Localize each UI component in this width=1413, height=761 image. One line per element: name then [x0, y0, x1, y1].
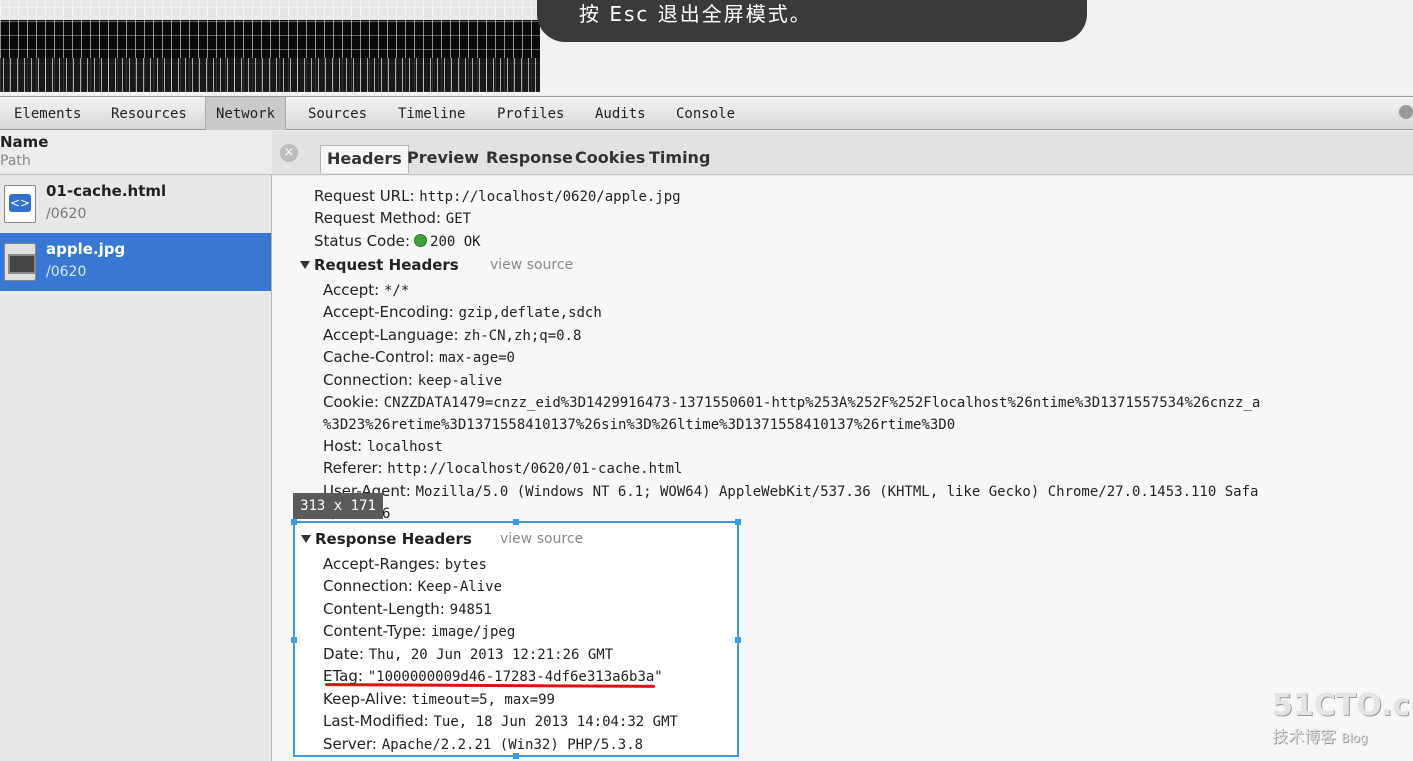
tab-headers[interactable]: Headers	[320, 145, 409, 173]
header-row: Cookie: CNZZDATA1479=cnzz_eid%3D14299164…	[323, 393, 1261, 411]
header-row: Connection: Keep-Alive	[323, 577, 503, 595]
request-path: /0620	[46, 264, 87, 280]
view-source-link[interactable]: view source	[490, 257, 573, 273]
request-path: /0620	[46, 206, 87, 222]
watermark-logo: 51CTO.com 技术博客 Blog	[1272, 688, 1413, 746]
tab-network[interactable]: Network	[205, 97, 287, 130]
header-row: Cache-Control: max-age=0	[323, 348, 515, 366]
tab-elements[interactable]: Elements	[10, 97, 85, 130]
header-row: Content-Type: image/jpeg	[323, 622, 516, 640]
request-url-row: Request URL: http://localhost/0620/apple…	[314, 187, 681, 205]
request-list-header[interactable]: Name Path	[0, 131, 272, 175]
image-file-icon	[4, 243, 36, 281]
request-row-selected[interactable]: apple.jpg /0620	[0, 233, 271, 291]
etag-row: ETag: "1000000009d46-17283-4df6e313a6b3a…	[323, 667, 663, 685]
page-image	[0, 0, 540, 92]
header-row: Last-Modified: Tue, 18 Jun 2013 14:04:32…	[323, 712, 678, 730]
fullscreen-exit-toast: 按 Esc 退出全屏模式。	[537, 0, 1087, 42]
view-source-link[interactable]: view source	[500, 531, 583, 547]
tab-profiles[interactable]: Profiles	[493, 97, 568, 130]
request-headers-toggle[interactable]: Request Headers	[300, 256, 459, 274]
header-row: Date: Thu, 20 Jun 2013 12:21:26 GMT	[323, 645, 614, 663]
tab-response[interactable]: Response	[480, 145, 579, 173]
tab-sources[interactable]: Sources	[304, 97, 371, 130]
tab-audits[interactable]: Audits	[591, 97, 650, 130]
tab-timing[interactable]: Timing	[643, 145, 716, 173]
screen-selection-box[interactable]: Response Headers view source Accept-Rang…	[291, 519, 741, 759]
header-row-continuation: %3D23%26retime%3D1371558410137%26sin%3D%…	[323, 417, 956, 433]
devtools-tabbar: Elements Resources Network Sources Timel…	[0, 96, 1413, 130]
tab-console[interactable]: Console	[672, 97, 739, 130]
close-icon[interactable]	[1399, 105, 1413, 119]
header-row: Accept-Encoding: gzip,deflate,sdch	[323, 303, 602, 321]
close-detail-icon[interactable]: ×	[280, 144, 298, 162]
selection-size-label: 313 x 171	[293, 493, 383, 519]
triangle-down-icon	[300, 261, 310, 269]
header-row: Accept: */*	[323, 281, 410, 299]
tab-timeline[interactable]: Timeline	[394, 97, 469, 130]
request-method-row: Request Method: GET	[314, 209, 472, 227]
tab-cookies[interactable]: Cookies	[569, 145, 651, 173]
response-headers-toggle[interactable]: Response Headers	[301, 530, 472, 548]
request-name: 01-cache.html	[46, 182, 167, 200]
page-area: 按 Esc 退出全屏模式。	[0, 0, 1413, 95]
header-row: Connection: keep-alive	[323, 371, 503, 389]
header-row: Server: Apache/2.2.21 (Win32) PHP/5.3.8	[323, 735, 644, 753]
path-column-header: Path	[0, 153, 31, 169]
triangle-down-icon	[301, 535, 311, 543]
request-name: apple.jpg	[46, 240, 126, 258]
tab-resources[interactable]: Resources	[107, 97, 191, 130]
html-file-icon	[4, 185, 36, 223]
request-list: Name Path 01-cache.html /0620 apple.jpg …	[0, 131, 272, 761]
header-row: Host: localhost	[323, 437, 443, 455]
header-row: Accept-Ranges: bytes	[323, 555, 487, 573]
detail-tabbar: × Headers Preview Response Cookies Timin…	[272, 131, 1413, 175]
header-row: Accept-Language: zh-CN,zh;q=0.8	[323, 326, 582, 344]
header-row: Keep-Alive: timeout=5, max=99	[323, 690, 555, 708]
header-row: Referer: http://localhost/0620/01-cache.…	[323, 459, 683, 477]
name-column-header[interactable]: Name	[0, 133, 48, 151]
header-row: Content-Length: 94851	[323, 600, 492, 618]
status-ok-icon	[414, 234, 428, 247]
tab-preview[interactable]: Preview	[401, 145, 485, 173]
header-row: User-Agent: Mozilla/5.0 (Windows NT 6.1;…	[323, 482, 1259, 500]
status-code-row: Status Code: 200 OK	[314, 232, 481, 250]
request-row[interactable]: 01-cache.html /0620	[0, 175, 271, 233]
